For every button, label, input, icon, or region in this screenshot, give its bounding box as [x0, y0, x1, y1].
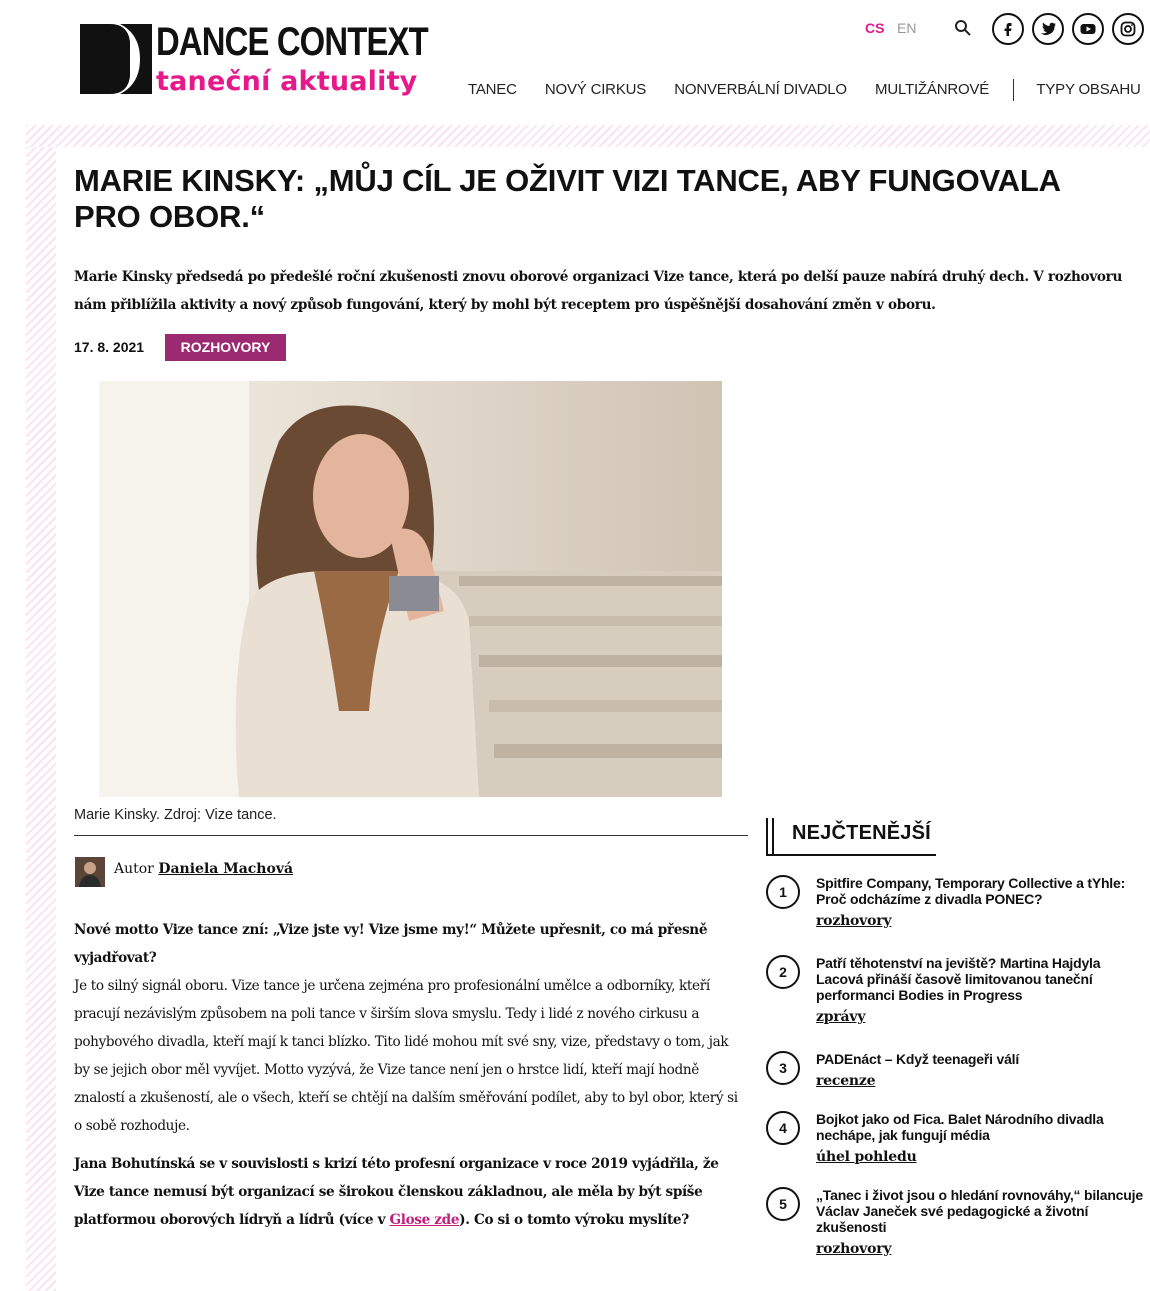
rank-number: 2	[766, 955, 800, 989]
title-underline	[766, 854, 936, 856]
category-tag[interactable]: ROZHOVORY	[165, 334, 286, 361]
author-line: Autor Daniela Machová	[114, 861, 293, 877]
list-item-title[interactable]: Bojkot jako od Fica. Balet Národního div…	[816, 1111, 1104, 1143]
rank-number: 3	[766, 1051, 800, 1085]
most-read-header: NEJČTENĚJŠÍ	[766, 818, 1146, 856]
list-item-category[interactable]: zprávy	[816, 1009, 1150, 1025]
youtube-icon[interactable]	[1072, 13, 1104, 45]
rank-number: 1	[766, 875, 800, 909]
instagram-icon[interactable]	[1112, 13, 1144, 45]
interview-question: Jana Bohutínská se v souvislosti s krizí…	[74, 1150, 746, 1234]
interview-answer: Je to silný signál oboru. Vize tance je …	[74, 978, 738, 1134]
list-item-title[interactable]: Spitfire Company, Temporary Collective a…	[816, 875, 1125, 907]
author-avatar	[75, 857, 105, 887]
author-link[interactable]: Daniela Machová	[158, 861, 293, 877]
article-photo	[99, 381, 722, 797]
nav-item-nonverbalni-divadlo[interactable]: NONVERBÁLNÍ DIVADLO	[674, 81, 847, 98]
nav-divider	[1013, 79, 1015, 101]
nav-item-novy-cirkus[interactable]: NOVÝ CIRKUS	[545, 81, 646, 98]
author-prefix: Autor	[114, 861, 154, 877]
nav-item-tanec[interactable]: TANEC	[468, 81, 517, 98]
interview-question: Nové motto Vize tance zní: „Vize jste vy…	[74, 922, 708, 966]
question-text: ). Co si o tomto výroku myslíte?	[459, 1212, 689, 1228]
list-item-title[interactable]: „Tanec i život jsou o hledání rovnováhy,…	[816, 1187, 1143, 1235]
article-date: 17. 8. 2021	[74, 339, 145, 355]
logo-subtitle: taneční aktuality	[156, 66, 418, 97]
logo-mark-icon	[80, 24, 152, 94]
main-nav: TANEC NOVÝ CIRKUS NONVERBÁLNÍ DIVADLO MU…	[468, 79, 1150, 101]
lang-en-link[interactable]: EN	[897, 20, 916, 36]
title-bar	[772, 818, 774, 854]
decorative-stripe-top	[26, 125, 1150, 147]
search-icon[interactable]	[954, 19, 972, 37]
lang-cs-link[interactable]: CS	[865, 20, 884, 36]
rank-number: 5	[766, 1187, 800, 1221]
list-item-category[interactable]: rozhovory	[816, 913, 1150, 929]
glosa-link[interactable]: Glose zde	[390, 1212, 460, 1228]
article-title: MARIE KINSKY: „MŮJ CÍL JE OŽIVIT VIZI TA…	[74, 163, 1060, 234]
rank-number: 4	[766, 1111, 800, 1145]
article-perex: Marie Kinsky předsedá po předešlé roční …	[74, 269, 1123, 313]
site-header: DANCE CONTEXT taneční aktuality CS EN TA…	[0, 0, 1150, 125]
list-item-category[interactable]: recenze	[816, 1073, 1150, 1089]
most-read-title: NEJČTENĚJŠÍ	[792, 822, 931, 844]
photo-caption: Marie Kinsky. Zdroj: Vize tance.	[74, 807, 277, 823]
nav-item-typy-obsahu[interactable]: TYPY OBSAHU	[1036, 81, 1140, 98]
list-item-category[interactable]: úhel pohledu	[816, 1149, 1150, 1165]
list-item-title[interactable]: PADEnáct – Když teenageři válí	[816, 1051, 1019, 1067]
list-item-category[interactable]: rozhovory	[816, 1241, 1150, 1257]
article-body: Nové motto Vize tance zní: „Vize jste vy…	[74, 916, 746, 1244]
decorative-stripe-left	[26, 147, 56, 1291]
list-item-title[interactable]: Patří těhotenství na jeviště? Martina Ha…	[816, 955, 1101, 1003]
facebook-icon[interactable]	[992, 13, 1024, 45]
logo-title: DANCE CONTEXT	[156, 20, 429, 64]
title-bar	[766, 818, 768, 854]
nav-item-multizanrove[interactable]: MULTIŽÁNROVÉ	[875, 81, 989, 98]
twitter-icon[interactable]	[1032, 13, 1064, 45]
divider	[74, 835, 748, 836]
site-logo[interactable]: DANCE CONTEXT taneční aktuality	[80, 20, 429, 100]
